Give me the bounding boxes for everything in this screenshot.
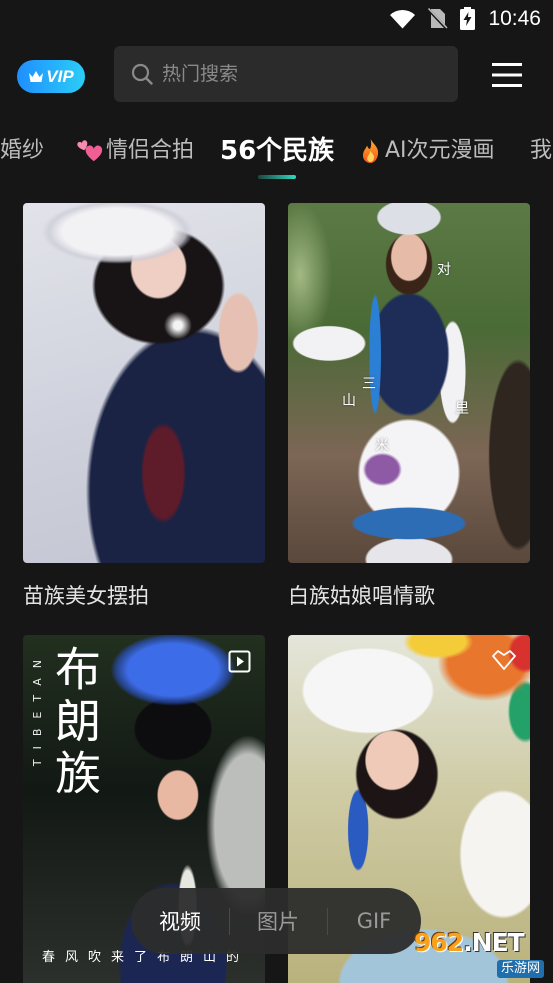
tab-label: 婚纱 [0,138,45,163]
tab-ai-anime[interactable]: AI次元漫画 [360,136,495,166]
media-type-switcher: 视频 图片 GIF [131,888,421,954]
watermark-logo: 962.NET 乐游网 [414,929,550,981]
card-thumbnail[interactable] [23,203,265,563]
search-input[interactable] [162,46,442,102]
status-bar: 10:46 [0,0,553,38]
tab-label: 我 [530,138,553,163]
watermark-name: 乐游网 [496,960,544,978]
status-time: 10:46 [488,7,541,30]
thumbnail-overlay-text: 米 [375,438,389,454]
thumbnail-overlay-title: 布朗族 [48,645,102,801]
vip-badge-button[interactable]: VIP [17,60,85,93]
thumbnail-overlay-text: 山 [342,393,356,409]
tab-wedding-dress[interactable]: 婚纱 [0,136,44,166]
filter-gif[interactable]: GIF [327,888,421,954]
card-title: 苗族美女摆拍 [23,584,149,608]
play-icon [228,650,251,673]
filter-video[interactable]: 视频 [131,888,229,954]
thumbnail-overlay-subtitle: TIBETAN [31,650,44,767]
card-thumbnail[interactable]: 对 三 山 里 米 [288,203,530,563]
two-hearts-icon [77,139,104,163]
no-sim-icon [426,7,448,30]
battery-charging-icon [459,7,476,30]
search-icon [131,63,153,85]
tab-label: AI次元漫画 [385,138,495,163]
thumbnail-overlay-text: 三 [362,376,376,392]
watermark-number: 962 [414,929,464,957]
watermark-suffix: .NET [463,929,525,957]
diamond-icon [491,649,517,671]
content-card[interactable]: 苗族美女摆拍 [23,203,265,609]
card-title: 白族姑娘唱情歌 [288,584,435,608]
vip-label: VIP [46,66,74,86]
search-bar[interactable] [114,46,458,102]
fire-icon [360,138,381,164]
crown-icon [28,70,44,83]
category-tabs: 婚纱 情侣合拍 56个民族 AI次元漫画 我 [0,128,553,184]
active-tab-indicator [258,175,296,179]
watermark-brand: 962.NET [414,929,525,957]
wifi-icon [389,9,416,29]
tab-56-ethnic-groups[interactable]: 56个民族 [220,134,334,168]
content-card[interactable]: 对 三 山 里 米 白族姑娘唱情歌 [288,203,530,609]
filter-image[interactable]: 图片 [229,888,327,954]
menu-icon[interactable] [492,62,522,88]
tab-couple-photos[interactable]: 情侣合拍 [77,136,194,166]
thumbnail-overlay-text: 对 [437,262,451,278]
tab-label: 56个民族 [220,136,335,166]
tab-label: 情侣合拍 [106,138,195,163]
tab-me[interactable]: 我 [530,136,552,166]
thumbnail-overlay-text: 里 [455,401,469,417]
